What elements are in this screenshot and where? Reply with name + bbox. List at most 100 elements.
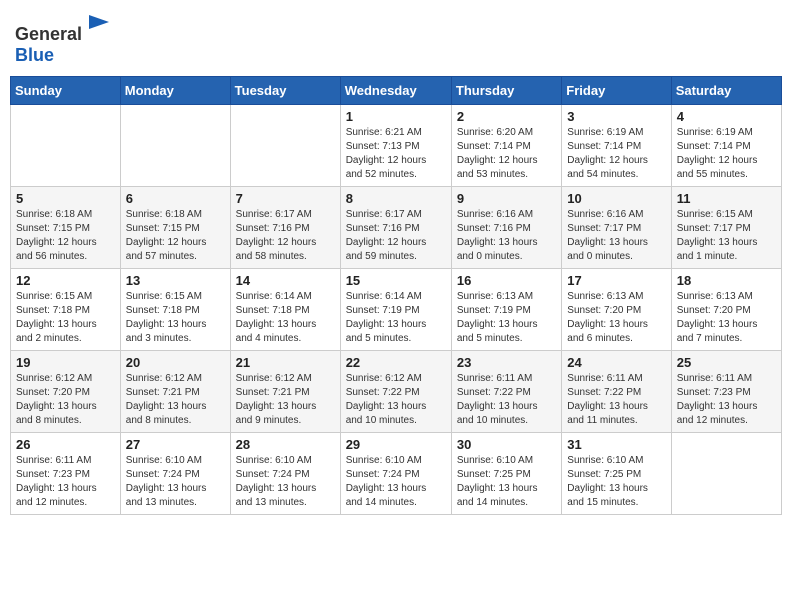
day-number: 26 xyxy=(16,437,115,452)
day-info: Sunrise: 6:13 AM Sunset: 7:20 PM Dayligh… xyxy=(567,290,665,346)
calendar-cell: 27 Sunrise: 6:10 AM Sunset: 7:24 PM Dayli… xyxy=(120,432,230,514)
day-number: 24 xyxy=(567,355,665,370)
day-number: 3 xyxy=(567,109,665,124)
day-number: 4 xyxy=(677,109,776,124)
day-info: Sunrise: 6:16 AM Sunset: 7:17 PM Dayligh… xyxy=(567,208,665,264)
page-header: General Blue xyxy=(10,10,782,66)
day-number: 8 xyxy=(346,191,446,206)
calendar-cell: 20 Sunrise: 6:12 AM Sunset: 7:21 PM Dayli… xyxy=(120,350,230,432)
calendar-week-row: 19Sunrise: 6:12 AM Sunset: 7:20 PM Dayli… xyxy=(11,350,782,432)
day-info: Sunrise: 6:15 AM Sunset: 7:17 PM Dayligh… xyxy=(677,208,776,264)
calendar-cell: 19Sunrise: 6:12 AM Sunset: 7:20 PM Dayli… xyxy=(11,350,121,432)
day-info: Sunrise: 6:14 AM Sunset: 7:19 PM Dayligh… xyxy=(346,290,446,346)
day-info: Sunrise: 6:11 AM Sunset: 7:23 PM Dayligh… xyxy=(677,372,776,428)
day-info: Sunrise: 6:11 AM Sunset: 7:22 PM Dayligh… xyxy=(457,372,556,428)
calendar-week-row: 26 Sunrise: 6:11 AM Sunset: 7:23 PM Dayli… xyxy=(11,432,782,514)
day-number: 25 xyxy=(677,355,776,370)
day-number: 20 xyxy=(126,355,225,370)
calendar-cell: 26 Sunrise: 6:11 AM Sunset: 7:23 PM Dayli… xyxy=(11,432,121,514)
day-number: 2 xyxy=(457,109,556,124)
calendar-cell: 8 Sunrise: 6:17 AM Sunset: 7:16 PM Daylig… xyxy=(340,186,451,268)
day-info: Sunrise: 6:21 AM Sunset: 7:13 PM Dayligh… xyxy=(346,126,446,182)
day-info: Sunrise: 6:16 AM Sunset: 7:16 PM Dayligh… xyxy=(457,208,556,264)
day-info: Sunrise: 6:17 AM Sunset: 7:16 PM Dayligh… xyxy=(236,208,335,264)
day-number: 30 xyxy=(457,437,556,452)
calendar-cell xyxy=(671,432,781,514)
calendar-cell: 24 Sunrise: 6:11 AM Sunset: 7:22 PM Dayli… xyxy=(562,350,671,432)
calendar-cell: 12 Sunrise: 6:15 AM Sunset: 7:18 PM Dayli… xyxy=(11,268,121,350)
day-number: 31 xyxy=(567,437,665,452)
calendar-cell xyxy=(120,104,230,186)
day-info: Sunrise: 6:18 AM Sunset: 7:15 PM Dayligh… xyxy=(126,208,225,264)
day-number: 27 xyxy=(126,437,225,452)
day-number: 9 xyxy=(457,191,556,206)
day-number: 21 xyxy=(236,355,335,370)
logo-blue-text: Blue xyxy=(15,45,54,65)
day-number: 15 xyxy=(346,273,446,288)
day-info: Sunrise: 6:14 AM Sunset: 7:18 PM Dayligh… xyxy=(236,290,335,346)
weekday-header-tuesday: Tuesday xyxy=(230,76,340,104)
calendar-week-row: 12 Sunrise: 6:15 AM Sunset: 7:18 PM Dayli… xyxy=(11,268,782,350)
day-info: Sunrise: 6:17 AM Sunset: 7:16 PM Dayligh… xyxy=(346,208,446,264)
day-number: 1 xyxy=(346,109,446,124)
calendar-week-row: 1 Sunrise: 6:21 AM Sunset: 7:13 PM Daylig… xyxy=(11,104,782,186)
day-info: Sunrise: 6:18 AM Sunset: 7:15 PM Dayligh… xyxy=(16,208,115,264)
day-number: 12 xyxy=(16,273,115,288)
weekday-header-row: SundayMondayTuesdayWednesdayThursdayFrid… xyxy=(11,76,782,104)
day-info: Sunrise: 6:12 AM Sunset: 7:21 PM Dayligh… xyxy=(126,372,225,428)
day-info: Sunrise: 6:12 AM Sunset: 7:22 PM Dayligh… xyxy=(346,372,446,428)
calendar-cell: 17Sunrise: 6:13 AM Sunset: 7:20 PM Dayli… xyxy=(562,268,671,350)
calendar-cell: 29 Sunrise: 6:10 AM Sunset: 7:24 PM Dayli… xyxy=(340,432,451,514)
calendar-cell: 10 Sunrise: 6:16 AM Sunset: 7:17 PM Dayli… xyxy=(562,186,671,268)
calendar-cell: 11Sunrise: 6:15 AM Sunset: 7:17 PM Dayli… xyxy=(671,186,781,268)
day-number: 23 xyxy=(457,355,556,370)
weekday-header-saturday: Saturday xyxy=(671,76,781,104)
weekday-header-wednesday: Wednesday xyxy=(340,76,451,104)
day-info: Sunrise: 6:20 AM Sunset: 7:14 PM Dayligh… xyxy=(457,126,556,182)
day-info: Sunrise: 6:11 AM Sunset: 7:23 PM Dayligh… xyxy=(16,454,115,510)
calendar-cell: 6 Sunrise: 6:18 AM Sunset: 7:15 PM Daylig… xyxy=(120,186,230,268)
calendar-cell: 14 Sunrise: 6:14 AM Sunset: 7:18 PM Dayli… xyxy=(230,268,340,350)
calendar-cell: 4 Sunrise: 6:19 AM Sunset: 7:14 PM Daylig… xyxy=(671,104,781,186)
day-number: 22 xyxy=(346,355,446,370)
day-info: Sunrise: 6:10 AM Sunset: 7:25 PM Dayligh… xyxy=(457,454,556,510)
day-info: Sunrise: 6:19 AM Sunset: 7:14 PM Dayligh… xyxy=(677,126,776,182)
day-number: 6 xyxy=(126,191,225,206)
calendar-cell: 9 Sunrise: 6:16 AM Sunset: 7:16 PM Daylig… xyxy=(451,186,561,268)
day-info: Sunrise: 6:10 AM Sunset: 7:24 PM Dayligh… xyxy=(346,454,446,510)
calendar-week-row: 5 Sunrise: 6:18 AM Sunset: 7:15 PM Daylig… xyxy=(11,186,782,268)
day-info: Sunrise: 6:15 AM Sunset: 7:18 PM Dayligh… xyxy=(16,290,115,346)
calendar-cell: 3 Sunrise: 6:19 AM Sunset: 7:14 PM Daylig… xyxy=(562,104,671,186)
calendar-cell: 28Sunrise: 6:10 AM Sunset: 7:24 PM Dayli… xyxy=(230,432,340,514)
day-number: 7 xyxy=(236,191,335,206)
day-info: Sunrise: 6:12 AM Sunset: 7:20 PM Dayligh… xyxy=(16,372,115,428)
weekday-header-thursday: Thursday xyxy=(451,76,561,104)
calendar-cell: 21 Sunrise: 6:12 AM Sunset: 7:21 PM Dayli… xyxy=(230,350,340,432)
calendar-cell: 13 Sunrise: 6:15 AM Sunset: 7:18 PM Dayli… xyxy=(120,268,230,350)
logo-general: General xyxy=(15,24,82,44)
day-info: Sunrise: 6:15 AM Sunset: 7:18 PM Dayligh… xyxy=(126,290,225,346)
day-number: 14 xyxy=(236,273,335,288)
calendar-cell: 30 Sunrise: 6:10 AM Sunset: 7:25 PM Dayli… xyxy=(451,432,561,514)
weekday-header-monday: Monday xyxy=(120,76,230,104)
logo-text: General Blue xyxy=(15,10,114,66)
calendar-cell: 1 Sunrise: 6:21 AM Sunset: 7:13 PM Daylig… xyxy=(340,104,451,186)
logo-flag-icon xyxy=(84,10,114,40)
day-number: 13 xyxy=(126,273,225,288)
calendar-cell xyxy=(11,104,121,186)
weekday-header-sunday: Sunday xyxy=(11,76,121,104)
day-number: 5 xyxy=(16,191,115,206)
day-number: 10 xyxy=(567,191,665,206)
day-info: Sunrise: 6:12 AM Sunset: 7:21 PM Dayligh… xyxy=(236,372,335,428)
day-number: 18 xyxy=(677,273,776,288)
calendar-cell: 22 Sunrise: 6:12 AM Sunset: 7:22 PM Dayli… xyxy=(340,350,451,432)
day-info: Sunrise: 6:11 AM Sunset: 7:22 PM Dayligh… xyxy=(567,372,665,428)
day-number: 29 xyxy=(346,437,446,452)
day-info: Sunrise: 6:10 AM Sunset: 7:24 PM Dayligh… xyxy=(126,454,225,510)
calendar-cell: 31Sunrise: 6:10 AM Sunset: 7:25 PM Dayli… xyxy=(562,432,671,514)
calendar-cell: 5 Sunrise: 6:18 AM Sunset: 7:15 PM Daylig… xyxy=(11,186,121,268)
calendar-table: SundayMondayTuesdayWednesdayThursdayFrid… xyxy=(10,76,782,515)
calendar-cell: 25 Sunrise: 6:11 AM Sunset: 7:23 PM Dayli… xyxy=(671,350,781,432)
calendar-cell: 2 Sunrise: 6:20 AM Sunset: 7:14 PM Daylig… xyxy=(451,104,561,186)
day-info: Sunrise: 6:19 AM Sunset: 7:14 PM Dayligh… xyxy=(567,126,665,182)
